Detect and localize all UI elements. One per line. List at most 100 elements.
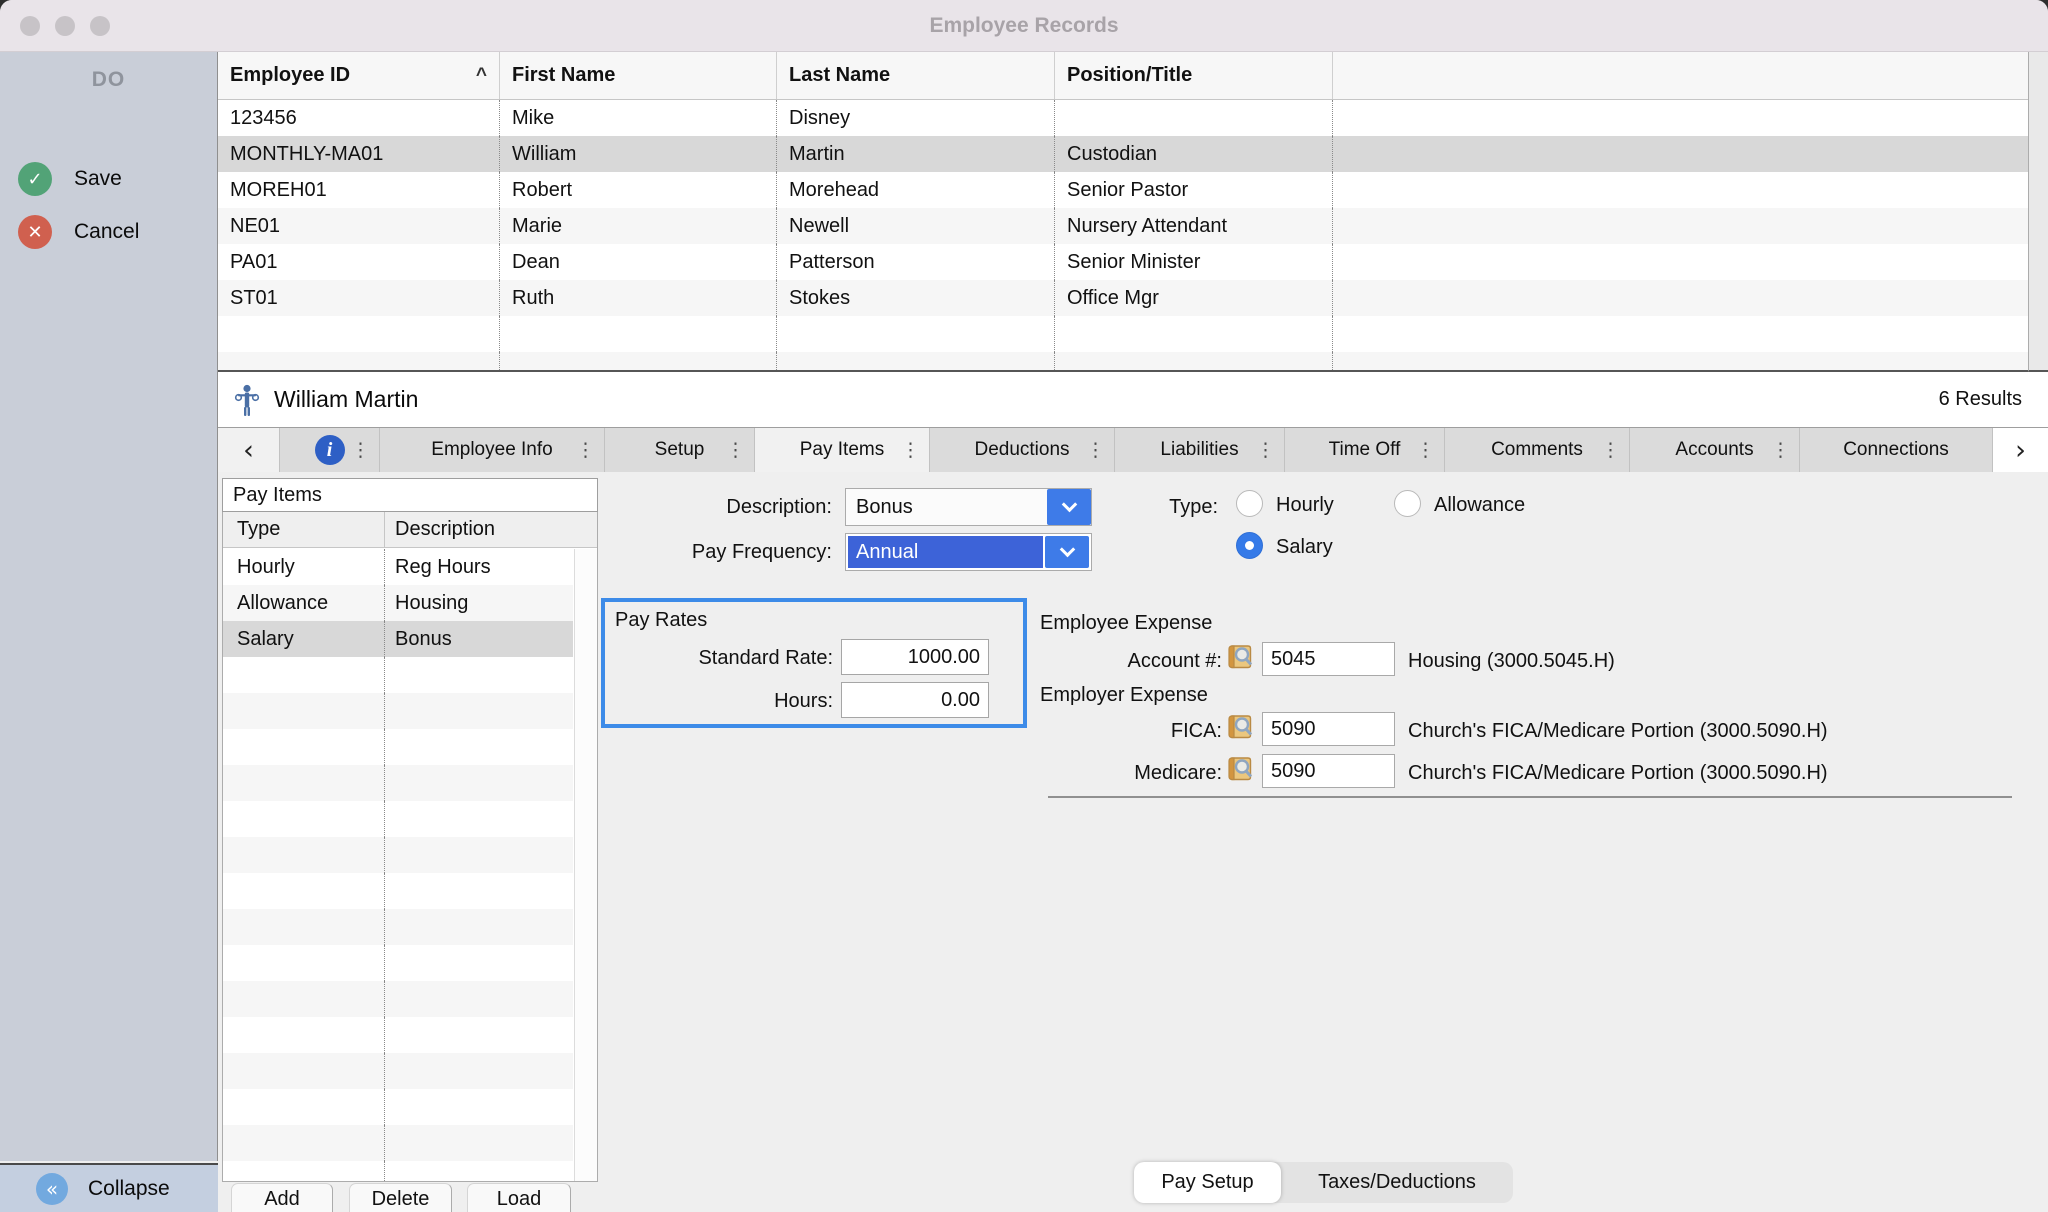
tab-pay-items[interactable]: Pay Items ⋮ (755, 428, 930, 472)
chevron-down-icon[interactable] (1047, 489, 1091, 525)
drag-handle-icon: ⋮ (1086, 439, 1105, 461)
record-tab-bar: ‹ i ⋮ Employee Info ⋮ Setup ⋮ Pay Items … (218, 428, 2048, 472)
tab-taxes-deductions[interactable]: Taxes/Deductions (1281, 1162, 1513, 1203)
description-label: Description: (600, 496, 832, 519)
pay-items-list-header: Type Description (223, 512, 597, 548)
account-description: Housing (3000.5045.H) (1408, 650, 1615, 673)
hours-input[interactable]: 0.00 (841, 682, 989, 718)
drag-handle-icon: ⋮ (1416, 439, 1435, 461)
employee-expense-heading: Employee Expense (1040, 612, 1212, 635)
expense-section: Employee Expense Account #: 5045 Housing… (1040, 606, 2020, 806)
pay-item-row-empty (223, 1017, 573, 1053)
description-value: Bonus (846, 489, 1047, 525)
radio-salary[interactable] (1236, 532, 1263, 559)
pay-item-row-empty (223, 765, 573, 801)
medicare-lookup-icon[interactable] (1226, 756, 1254, 782)
radio-hourly[interactable] (1236, 490, 1263, 517)
save-label: Save (74, 167, 122, 191)
table-row[interactable]: MOREH01 Robert Morehead Senior Pastor (218, 172, 2028, 208)
type-label: Type: (1120, 496, 1218, 519)
table-right-gutter (2028, 52, 2048, 372)
pay-item-row-empty (223, 729, 573, 765)
collapse-button[interactable]: « Collapse (0, 1163, 218, 1212)
tab-comments[interactable]: Comments ⋮ (1445, 428, 1630, 472)
employee-table-header: Employee ID ^ First Name Last Name Posit… (218, 52, 2028, 100)
record-header: William Martin 6 Results (218, 372, 2048, 428)
pay-item-row-empty (223, 657, 573, 693)
column-header-position-title[interactable]: Position/Title (1055, 52, 1333, 99)
column-header-type[interactable]: Type (223, 512, 385, 547)
cancel-label: Cancel (74, 220, 139, 244)
pay-items-list: Type Description Hourly Reg Hours Allowa… (222, 512, 598, 1182)
add-button[interactable]: Add (231, 1183, 333, 1212)
table-row-empty (218, 316, 2028, 352)
pay-frequency-label: Pay Frequency: (600, 541, 832, 564)
save-button[interactable]: ✓ Save (18, 162, 122, 196)
tab-setup[interactable]: Setup ⋮ (605, 428, 755, 472)
load-button[interactable]: Load (467, 1183, 571, 1212)
tab-accounts[interactable]: Accounts ⋮ (1630, 428, 1800, 472)
record-name: William Martin (274, 386, 418, 413)
tab-deductions[interactable]: Deductions ⋮ (930, 428, 1115, 472)
standard-rate-input[interactable]: 1000.00 (841, 639, 989, 675)
tab-scroll-left-button[interactable]: ‹ (218, 428, 280, 472)
save-check-icon: ✓ (18, 162, 52, 196)
pay-items-scrollbar-track[interactable] (574, 549, 597, 1181)
cancel-button[interactable]: ✕ Cancel (18, 215, 139, 249)
drag-handle-icon: ⋮ (726, 439, 745, 461)
pay-item-row[interactable]: Allowance Housing (223, 585, 573, 621)
table-row-selected[interactable]: MONTHLY-MA01 William Martin Custodian (218, 136, 2028, 172)
pay-item-row-empty (223, 801, 573, 837)
pay-item-row[interactable]: Hourly Reg Hours (223, 549, 573, 585)
info-icon: i (315, 435, 345, 465)
sort-asc-icon: ^ (476, 65, 487, 87)
table-row[interactable]: PA01 Dean Patterson Senior Minister (218, 244, 2028, 280)
pay-rates-group: Pay Rates Standard Rate: 1000.00 Hours: … (601, 598, 1027, 728)
tab-scroll-right-button[interactable]: › (1993, 428, 2048, 472)
column-header-description[interactable]: Description (385, 512, 597, 547)
radio-salary-label: Salary (1276, 536, 1333, 559)
account-number-label: Account #: (1040, 650, 1222, 673)
tab-info[interactable]: i ⋮ (280, 428, 380, 472)
column-header-employee-id[interactable]: Employee ID ^ (218, 52, 500, 99)
pay-item-row-selected[interactable]: Salary Bonus (223, 621, 573, 657)
tab-connections[interactable]: Connections (1800, 428, 1993, 472)
column-header-first-name[interactable]: First Name (500, 52, 777, 99)
tab-pay-setup[interactable]: Pay Setup (1134, 1162, 1281, 1203)
account-lookup-icon[interactable] (1226, 644, 1254, 670)
pay-item-row-empty (223, 1125, 573, 1161)
employee-table: Employee ID ^ First Name Last Name Posit… (218, 52, 2028, 372)
tab-employee-info[interactable]: Employee Info ⋮ (380, 428, 605, 472)
delete-button[interactable]: Delete (349, 1183, 452, 1212)
collapse-chevrons-icon: « (36, 1173, 68, 1205)
detail-tab-switcher: Pay Setup Taxes/Deductions (1134, 1162, 1513, 1203)
radio-allowance[interactable] (1394, 490, 1421, 517)
table-row[interactable]: 123456 Mike Disney (218, 100, 2028, 136)
standard-rate-label: Standard Rate: (605, 647, 833, 670)
description-dropdown[interactable]: Bonus (845, 488, 1092, 526)
pay-item-row-empty (223, 1089, 573, 1125)
pay-item-row-empty (223, 909, 573, 945)
chevron-down-icon[interactable] (1045, 536, 1089, 568)
tab-liabilities[interactable]: Liabilities ⋮ (1115, 428, 1285, 472)
fica-account-input[interactable]: 5090 (1262, 712, 1395, 746)
column-header-last-name[interactable]: Last Name (777, 52, 1055, 99)
table-row[interactable]: NE01 Marie Newell Nursery Attendant (218, 208, 2028, 244)
medicare-account-input[interactable]: 5090 (1262, 754, 1395, 788)
pay-frequency-dropdown[interactable]: Annual (845, 533, 1092, 571)
drag-handle-icon: ⋮ (1256, 439, 1275, 461)
pay-item-row-empty (223, 1053, 573, 1089)
column-header-blank (1333, 52, 2028, 99)
table-row[interactable]: ST01 Ruth Stokes Office Mgr (218, 280, 2028, 316)
pay-items-panel-title: Pay Items (222, 478, 598, 512)
tab-time-off[interactable]: Time Off ⋮ (1285, 428, 1445, 472)
pay-frequency-value: Annual (848, 536, 1043, 568)
account-number-input[interactable]: 5045 (1262, 642, 1395, 676)
fica-account-description: Church's FICA/Medicare Portion (3000.509… (1408, 720, 1828, 743)
results-count: 6 Results (1939, 388, 2048, 411)
fica-lookup-icon[interactable] (1226, 714, 1254, 740)
pay-rates-title: Pay Rates (615, 609, 707, 632)
pay-item-row-empty (223, 945, 573, 981)
drag-handle-icon: ⋮ (901, 439, 920, 461)
section-divider (1048, 796, 2012, 798)
